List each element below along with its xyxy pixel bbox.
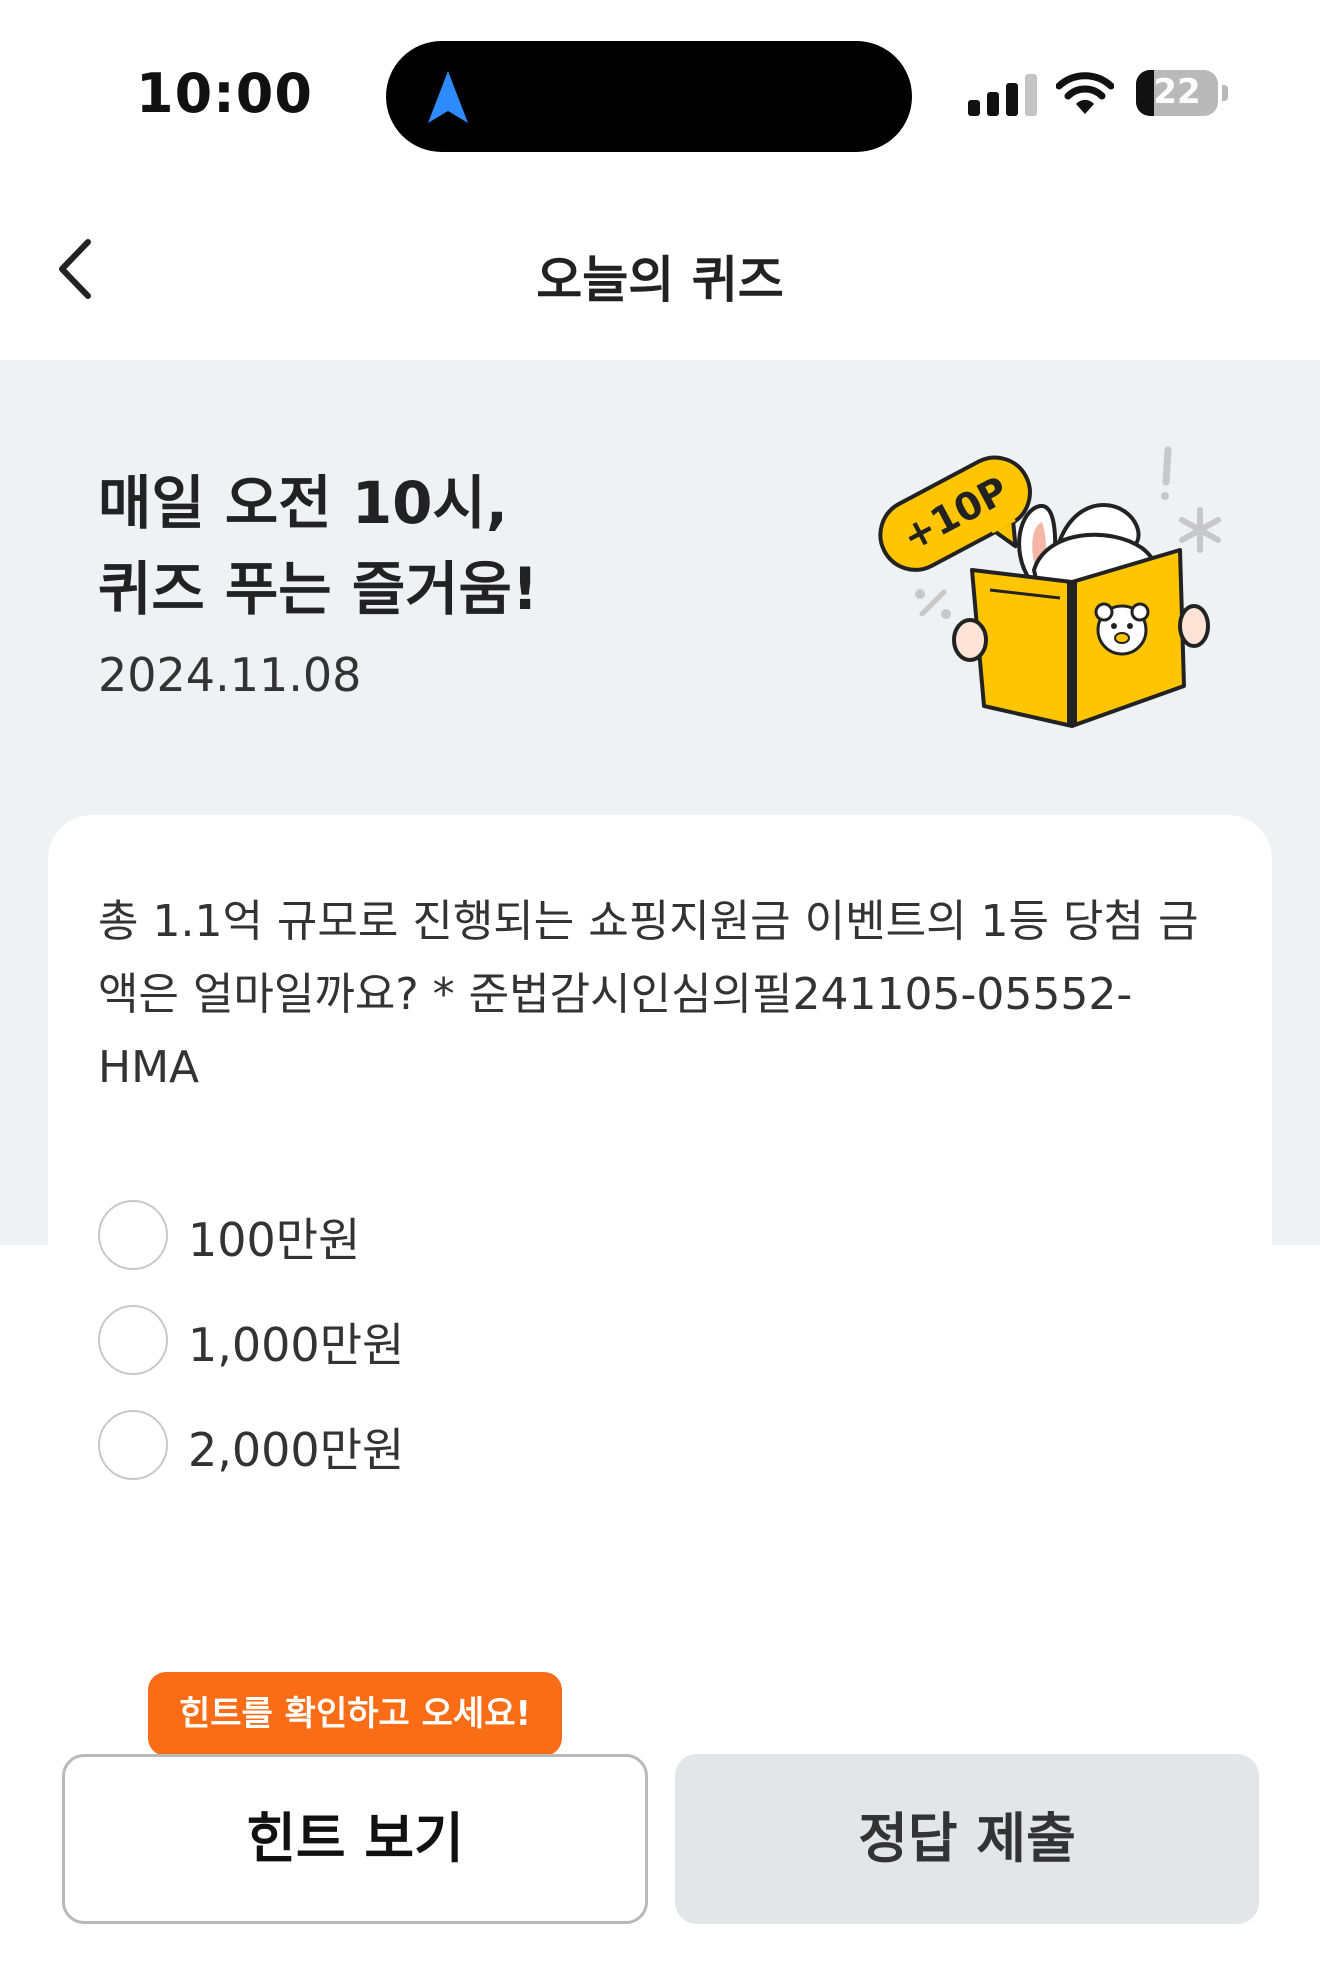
hero-title: 매일 오전 10시, 퀴즈 푸는 즐거움! [98, 460, 538, 632]
hero-title-line1: 매일 오전 10시, [98, 469, 508, 537]
answer-option-label: 2,000만원 [188, 1423, 405, 1477]
radio-button[interactable] [98, 1305, 168, 1375]
dynamic-island [386, 41, 912, 152]
battery-level: 22 [1153, 72, 1201, 112]
hint-button[interactable]: 힌트 보기 [62, 1754, 648, 1924]
hint-button-label: 힌트 보기 [246, 1807, 464, 1870]
answer-option-3[interactable]: 2,000만원 [98, 1410, 1198, 1515]
answer-option-2[interactable]: 1,000만원 [98, 1305, 1198, 1410]
navigation-arrow-icon [428, 71, 468, 123]
quiz-date: 2024.11.08 [98, 648, 362, 702]
submit-button-label: 정답 제출 [858, 1807, 1076, 1870]
battery-icon: 22 [1136, 70, 1228, 116]
hero-title-line2: 퀴즈 푸는 즐거움! [98, 555, 539, 623]
answer-option-1[interactable]: 100만원 [98, 1200, 1198, 1305]
answer-option-label: 100만원 [188, 1213, 361, 1267]
rabbit-reading-book-illustration: +10P [878, 446, 1221, 728]
radio-button[interactable] [98, 1200, 168, 1270]
status-time: 10:00 [136, 62, 313, 125]
app-header: 오늘의 퀴즈 [0, 180, 1320, 360]
cellular-signal-icon [968, 72, 1038, 116]
status-bar: 10:00 22 [0, 0, 1320, 180]
wifi-icon [1056, 72, 1114, 114]
answer-options: 100만원 1,000만원 2,000만원 [98, 1200, 1198, 1515]
hint-tooltip: 힌트를 확인하고 오세요! [148, 1672, 562, 1772]
submit-answer-button[interactable]: 정답 제출 [675, 1754, 1259, 1924]
radio-button[interactable] [98, 1410, 168, 1480]
quiz-question: 총 1.1억 규모로 진행되는 쇼핑지원금 이벤트의 1등 당첨 금액은 얼마일… [98, 896, 1199, 1093]
hint-tooltip-text: 힌트를 확인하고 오세요! [179, 1694, 531, 1734]
page-title: 오늘의 퀴즈 [536, 251, 784, 309]
answer-option-label: 1,000만원 [188, 1318, 405, 1372]
